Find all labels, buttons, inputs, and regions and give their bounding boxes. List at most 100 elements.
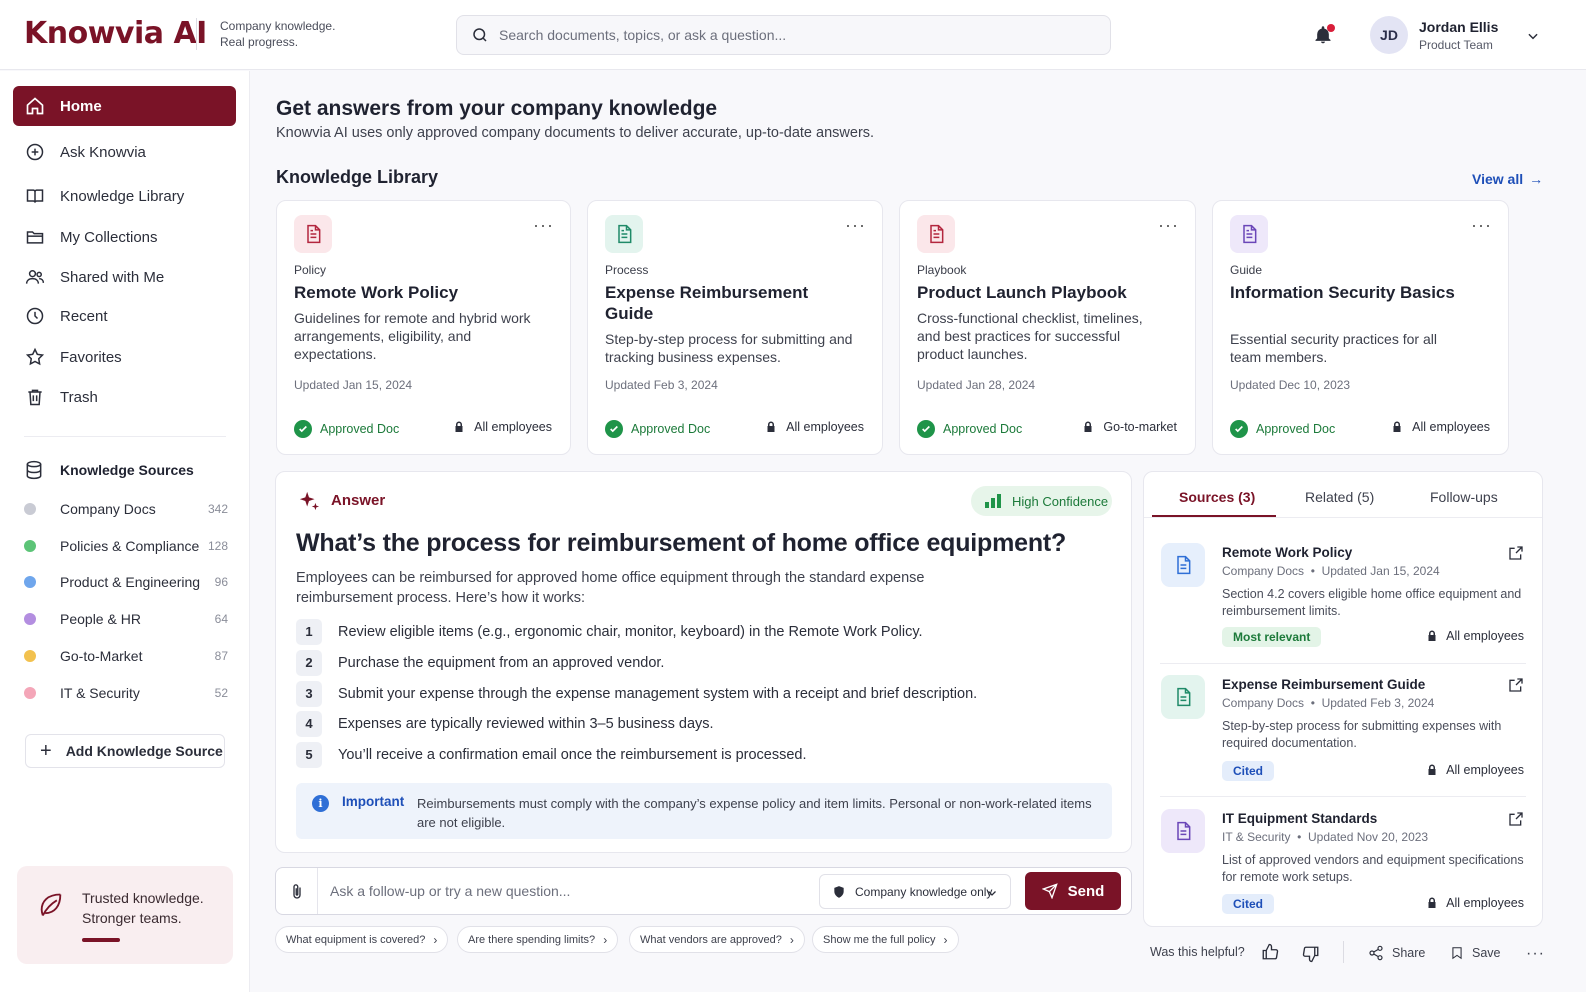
- chevron-right-icon: ›: [789, 932, 794, 947]
- source-count: 128: [207, 539, 228, 553]
- chevron-down-icon[interactable]: [1526, 29, 1540, 43]
- suggestion-chip[interactable]: Are there spending limits? ›: [457, 926, 619, 953]
- library-card-remote-work-policy[interactable]: ··· Policy Remote Work Policy Guidelines…: [276, 200, 571, 455]
- source-title[interactable]: Remote Work Policy: [1222, 545, 1352, 560]
- document-icon: [1161, 809, 1205, 853]
- more-options-icon[interactable]: ···: [1158, 215, 1179, 236]
- approved-badge: Approved Doc: [917, 420, 1022, 438]
- paperclip-icon[interactable]: [288, 882, 306, 902]
- nav-label: Trash: [60, 388, 98, 406]
- more-options-icon[interactable]: ···: [1471, 215, 1492, 236]
- tab-follow-ups[interactable]: Follow-ups: [1430, 489, 1498, 505]
- nav-recent[interactable]: Recent: [13, 296, 236, 336]
- step-text: Expenses are typically reviewed within 3…: [338, 716, 714, 732]
- approved-badge: Approved Doc: [605, 420, 710, 438]
- step-text: Purchase the equipment from an approved …: [338, 655, 665, 671]
- suggestion-chip[interactable]: What equipment is covered? ›: [275, 926, 449, 953]
- chevron-right-icon: ›: [433, 932, 438, 947]
- card-title[interactable]: Remote Work Policy: [294, 282, 544, 303]
- chip-label: Are there spending limits?: [468, 933, 596, 946]
- knowledge-scope-select[interactable]: Company knowledge only: [819, 874, 1011, 909]
- card-title[interactable]: Expense Reimbursement Guide: [605, 282, 855, 324]
- share-button[interactable]: Share: [1368, 945, 1425, 961]
- source-count: 64: [214, 612, 228, 626]
- source-audience: All employees: [1426, 629, 1524, 643]
- source-label: Company Docs: [60, 501, 156, 517]
- view-all-link[interactable]: View all →: [1472, 171, 1543, 187]
- source-company-docs[interactable]: Company Docs 342: [24, 499, 228, 519]
- save-button[interactable]: Save: [1450, 945, 1501, 961]
- important-callout: i Important Reimbursements must comply w…: [296, 783, 1112, 839]
- search-input[interactable]: [499, 16, 1099, 54]
- source-policies-compliance[interactable]: Policies & Compliance 128: [24, 536, 228, 556]
- external-link-icon[interactable]: [1508, 677, 1524, 693]
- suggestion-chip[interactable]: What vendors are approved? ›: [629, 926, 805, 953]
- global-search[interactable]: [456, 15, 1111, 55]
- thumbs-down-icon[interactable]: [1302, 945, 1320, 963]
- source-color-dot: [24, 650, 36, 662]
- card-category: Playbook: [917, 263, 967, 277]
- check-icon: [605, 420, 623, 438]
- answer-step: 3 Submit your expense through the expense…: [296, 681, 977, 707]
- nav-my-collections[interactable]: My Collections: [13, 217, 236, 257]
- info-icon: i: [312, 795, 329, 812]
- audience-text: All employees: [1446, 896, 1524, 910]
- send-icon: [1041, 883, 1058, 899]
- document-icon: [294, 215, 332, 253]
- logo-divider: [196, 18, 197, 50]
- page-title: Get answers from your company knowledge: [276, 97, 718, 120]
- thumbs-up-icon[interactable]: [1261, 943, 1279, 961]
- card-audience: Go-to-market: [1103, 420, 1177, 434]
- document-icon: [1230, 215, 1268, 253]
- card-audience: All employees: [1412, 420, 1490, 434]
- source-origin: IT & Security: [1222, 830, 1291, 844]
- source-product-engineering[interactable]: Product & Engineering 96: [24, 572, 228, 592]
- external-link-icon[interactable]: [1508, 545, 1524, 561]
- nav-trash[interactable]: Trash: [13, 377, 236, 417]
- more-options-icon[interactable]: ···: [533, 215, 554, 236]
- more-options-icon[interactable]: ···: [845, 215, 866, 236]
- nav-ask-knowvia[interactable]: Ask Knowvia: [13, 132, 236, 172]
- source-count: 96: [214, 575, 228, 589]
- user-avatar[interactable]: JD: [1370, 16, 1408, 54]
- suggestion-chip[interactable]: Show me the full policy ›: [812, 926, 959, 953]
- important-label: Important: [342, 794, 405, 809]
- external-link-icon[interactable]: [1508, 811, 1524, 827]
- source-it-security[interactable]: IT & Security 52: [24, 683, 228, 703]
- card-title[interactable]: Information Security Basics: [1230, 282, 1480, 303]
- source-title[interactable]: IT Equipment Standards: [1222, 811, 1377, 826]
- source-divider: [1160, 663, 1526, 664]
- answer-step: 5 You’ll receive a confirmation email onc…: [296, 742, 807, 768]
- shield-icon: [834, 885, 844, 898]
- send-button[interactable]: Send: [1025, 872, 1121, 910]
- more-options-icon[interactable]: ···: [1526, 945, 1545, 963]
- source-go-to-market[interactable]: Go-to-Market 87: [24, 646, 228, 666]
- scope-label: Company knowledge only: [855, 884, 993, 899]
- chip-label: Show me the full policy: [823, 933, 936, 946]
- source-people-hr[interactable]: People & HR 64: [24, 609, 228, 629]
- source-label: IT & Security: [60, 685, 140, 701]
- card-updated: Updated Dec 10, 2023: [1230, 378, 1351, 392]
- card-title[interactable]: Product Launch Playbook: [917, 282, 1167, 303]
- brand-logo[interactable]: Knowvia AI: [24, 16, 207, 51]
- add-source-label: Add Knowledge Source: [65, 743, 223, 759]
- source-updated: Updated Feb 3, 2024: [1321, 696, 1435, 710]
- library-card-expense-reimbursement-guide[interactable]: ··· Process Expense Reimbursement Guide …: [587, 200, 883, 455]
- save-label: Save: [1472, 946, 1501, 960]
- tab-related[interactable]: Related (5): [1305, 489, 1374, 505]
- sidebar-divider: [24, 436, 226, 437]
- nav-home[interactable]: Home: [13, 86, 236, 126]
- nav-favorites[interactable]: Favorites: [13, 337, 236, 377]
- nav-knowledge-library[interactable]: Knowledge Library: [13, 176, 236, 216]
- check-icon: [917, 420, 935, 438]
- source-title[interactable]: Expense Reimbursement Guide: [1222, 677, 1425, 692]
- user-name[interactable]: Jordan Ellis: [1419, 19, 1498, 35]
- nav-shared-with-me[interactable]: Shared with Me: [13, 257, 236, 297]
- library-card-information-security-basics[interactable]: ··· Guide Information Security Basics Es…: [1212, 200, 1509, 455]
- tab-sources[interactable]: Sources (3): [1179, 489, 1255, 505]
- library-card-product-launch-playbook[interactable]: ··· Playbook Product Launch Playbook Cro…: [899, 200, 1196, 455]
- step-number: 3: [296, 681, 322, 707]
- add-knowledge-source-button[interactable]: + Add Knowledge Source: [25, 734, 225, 768]
- follow-up-input[interactable]: [330, 868, 810, 914]
- confidence-label: High Confidence: [1012, 493, 1109, 509]
